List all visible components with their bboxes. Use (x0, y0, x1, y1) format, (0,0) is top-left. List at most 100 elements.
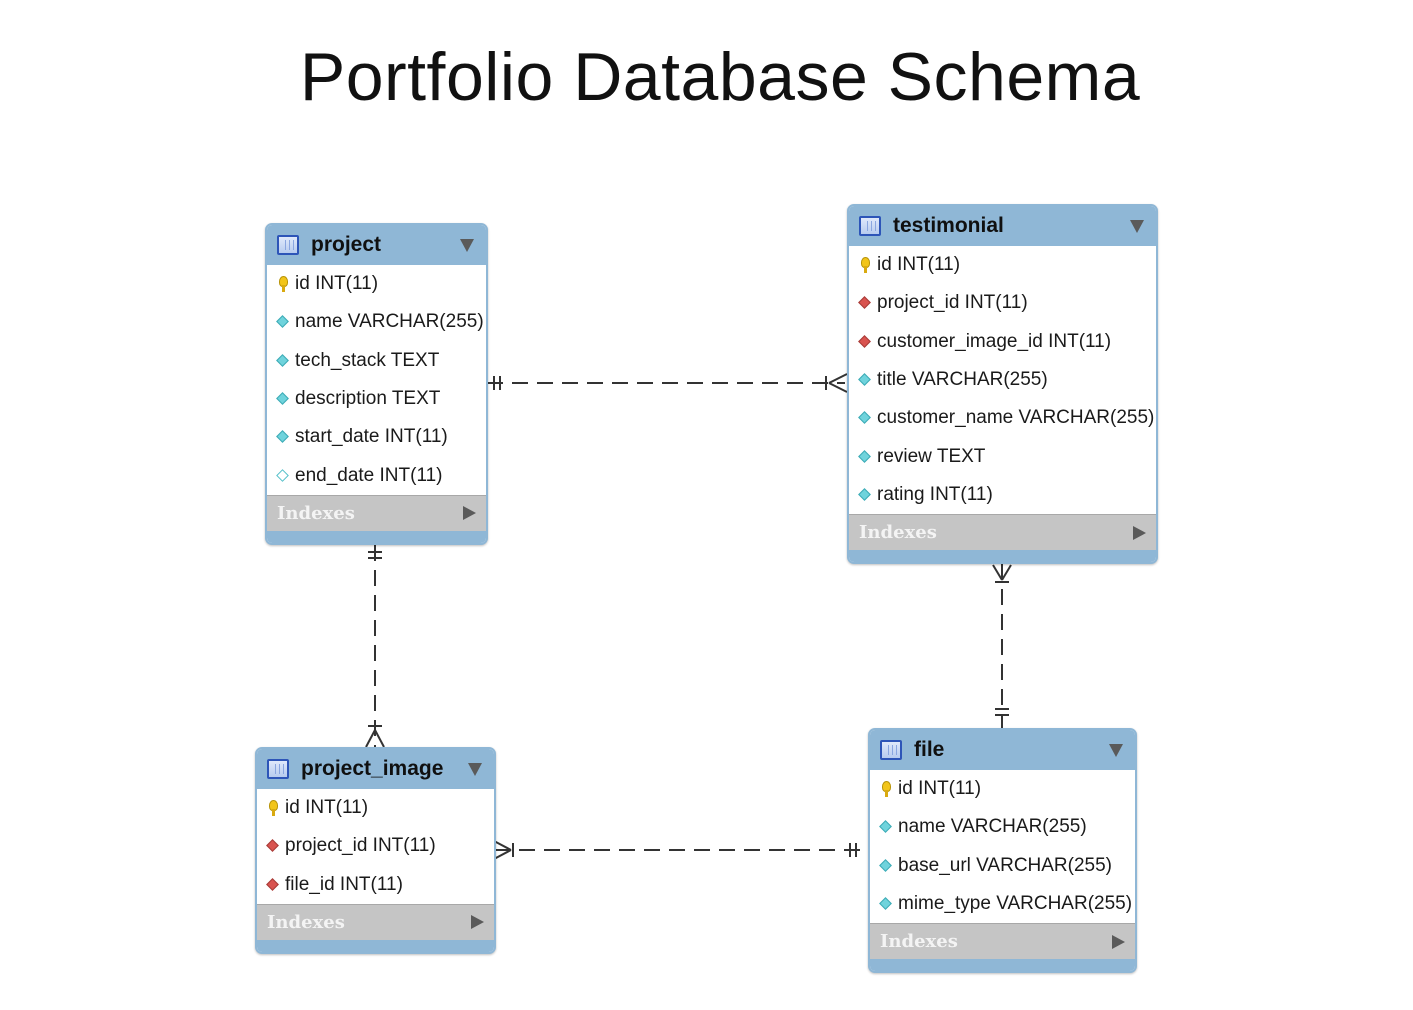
table-footer (267, 530, 486, 543)
nullable-attribute-icon (275, 468, 291, 484)
column-row[interactable]: review TEXT (849, 437, 1156, 475)
column-row[interactable]: project_id INT(11) (849, 284, 1156, 322)
relationship-project-image-file[interactable] (493, 840, 868, 860)
table-name: file (914, 738, 945, 761)
column-row[interactable]: file_id INT(11) (257, 866, 494, 904)
column-label: id INT(11) (877, 254, 961, 276)
column-row[interactable]: id INT(11) (267, 265, 486, 303)
column-label: description TEXT (295, 388, 441, 410)
column-row[interactable]: customer_image_id INT(11) (849, 323, 1156, 361)
table-footer (257, 939, 494, 952)
attribute-icon (275, 391, 291, 407)
column-label: file_id INT(11) (285, 873, 403, 895)
attribute-icon (857, 372, 873, 388)
column-row[interactable]: description TEXT (267, 380, 486, 418)
page-title: Portfolio Database Schema (299, 39, 1141, 115)
column-row[interactable]: tech_stack TEXT (267, 342, 486, 380)
column-row[interactable]: name VARCHAR(255) (870, 808, 1135, 846)
indexes-section[interactable]: Indexes (267, 494, 486, 531)
column-label: title VARCHAR(255) (877, 369, 1048, 391)
column-row[interactable]: name VARCHAR(255) (267, 303, 486, 341)
table-footer (849, 550, 1156, 563)
indexes-label: Indexes (880, 931, 958, 953)
column-label: end_date INT(11) (295, 464, 443, 486)
column-label: id INT(11) (898, 778, 982, 800)
relationship-connectors (365, 373, 1012, 860)
foreign-key-icon (265, 838, 281, 854)
column-row[interactable]: rating INT(11) (849, 476, 1156, 514)
column-label: review TEXT (877, 445, 986, 467)
column-label: id INT(11) (295, 273, 379, 295)
attribute-icon (275, 429, 291, 445)
indexes-section[interactable]: Indexes (257, 903, 494, 940)
attribute-icon (878, 819, 894, 835)
column-row[interactable]: end_date INT(11) (267, 456, 486, 494)
attribute-icon (878, 896, 894, 912)
indexes-section[interactable]: Indexes (849, 514, 1156, 551)
indexes-label: Indexes (277, 502, 355, 524)
attribute-icon (878, 858, 894, 874)
attribute-icon (857, 487, 873, 503)
column-label: customer_name VARCHAR(255) (877, 407, 1155, 429)
column-label: start_date INT(11) (295, 426, 448, 448)
column-label: id INT(11) (285, 797, 369, 819)
primary-key-icon (275, 276, 291, 293)
indexes-label: Indexes (267, 911, 345, 933)
attribute-icon (275, 314, 291, 330)
relationship-project-testimonial[interactable] (487, 373, 848, 393)
table-icon (859, 216, 881, 236)
primary-key-icon (265, 800, 281, 817)
column-row[interactable]: id INT(11) (870, 770, 1135, 808)
expand-arrow-icon[interactable] (1112, 934, 1125, 949)
column-label: tech_stack TEXT (295, 349, 440, 371)
column-label: customer_image_id INT(11) (877, 330, 1112, 352)
collapse-arrow-icon[interactable] (468, 762, 482, 776)
table-testimonial[interactable]: testimonial id INT(11) project_id INT(11… (847, 204, 1158, 565)
column-label: name VARCHAR(255) (898, 816, 1087, 838)
foreign-key-icon (857, 334, 873, 350)
attribute-icon (275, 353, 291, 369)
column-label: mime_type VARCHAR(255) (898, 893, 1133, 915)
expand-arrow-icon[interactable] (471, 915, 484, 930)
table-header[interactable]: testimonial (849, 206, 1156, 246)
table-header[interactable]: file (870, 730, 1135, 770)
primary-key-icon (857, 257, 873, 274)
foreign-key-icon (265, 877, 281, 893)
column-label: project_id INT(11) (877, 292, 1028, 314)
table-icon (267, 759, 289, 779)
table-project[interactable]: project id INT(11) name VARCHAR(255) tec… (265, 223, 488, 545)
foreign-key-icon (857, 295, 873, 311)
column-row[interactable]: start_date INT(11) (267, 418, 486, 456)
table-header[interactable]: project_image (257, 749, 494, 789)
column-row[interactable]: id INT(11) (849, 246, 1156, 284)
table-icon (277, 235, 299, 255)
table-name: testimonial (893, 214, 1004, 237)
attribute-icon (857, 449, 873, 465)
indexes-label: Indexes (859, 522, 937, 544)
column-label: base_url VARCHAR(255) (898, 854, 1113, 876)
relationship-project-project-image[interactable] (365, 545, 385, 748)
column-row[interactable]: customer_name VARCHAR(255) (849, 399, 1156, 437)
attribute-icon (857, 410, 873, 426)
column-label: name VARCHAR(255) (295, 311, 484, 333)
column-label: project_id INT(11) (285, 835, 436, 857)
expand-arrow-icon[interactable] (1133, 525, 1146, 540)
column-row[interactable]: id INT(11) (257, 789, 494, 827)
column-row[interactable]: mime_type VARCHAR(255) (870, 885, 1135, 923)
collapse-arrow-icon[interactable] (1109, 743, 1123, 757)
table-file[interactable]: file id INT(11) name VARCHAR(255) base_u… (868, 728, 1137, 974)
column-row[interactable]: title VARCHAR(255) (849, 361, 1156, 399)
expand-arrow-icon[interactable] (463, 506, 476, 521)
primary-key-icon (878, 781, 894, 798)
column-row[interactable]: base_url VARCHAR(255) (870, 847, 1135, 885)
table-icon (880, 740, 902, 760)
indexes-section[interactable]: Indexes (870, 923, 1135, 960)
table-header[interactable]: project (267, 225, 486, 265)
collapse-arrow-icon[interactable] (1130, 219, 1144, 233)
collapse-arrow-icon[interactable] (460, 238, 474, 252)
table-footer (870, 959, 1135, 972)
column-row[interactable]: project_id INT(11) (257, 827, 494, 865)
table-project-image[interactable]: project_image id INT(11) project_id INT(… (255, 747, 496, 954)
table-name: project_image (301, 757, 444, 780)
relationship-testimonial-file[interactable] (992, 564, 1012, 728)
